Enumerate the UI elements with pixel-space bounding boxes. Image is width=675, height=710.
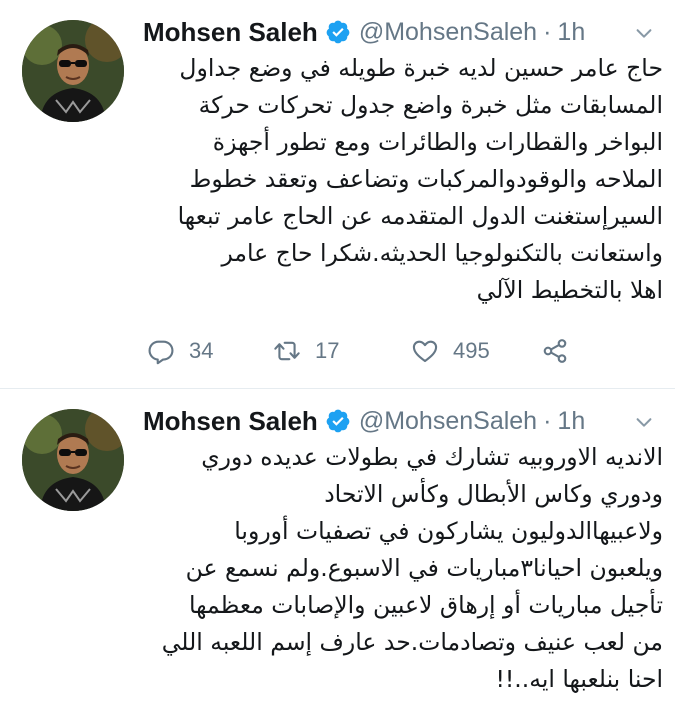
tweet[interactable]: Mohsen Saleh @MohsenSaleh · 1h الانديه ا…	[0, 389, 675, 710]
tweet-text-line: اهلا بالتخطيط الآلي	[476, 276, 663, 304]
like-count: 495	[453, 338, 490, 363]
share-button[interactable]	[541, 333, 569, 369]
tweet-text-line: واستعانت بالتكنولوجيا الحديثه.شكرا حاج ع…	[221, 239, 663, 267]
tweet-text-line: السيرإستغنت الدول المتقدمه عن الحاج عامر…	[177, 202, 663, 230]
like-button[interactable]: 495	[411, 333, 490, 369]
tweet-header: Mohsen Saleh @MohsenSaleh · 1h	[143, 403, 655, 439]
tweet-text-line: البواخر والقطارات والطائرات ومع تطور أجه…	[212, 128, 663, 156]
separator-dot: ·	[543, 17, 552, 46]
tweet-actions: 34 17 495	[143, 333, 593, 369]
heart-icon	[411, 337, 439, 365]
tweet-text-line: ودوري وكاس الأبطال وكأس الاتحاد	[324, 480, 663, 508]
verified-badge-icon	[325, 19, 351, 45]
author-name[interactable]: Mohsen Saleh	[143, 406, 318, 437]
tweet-text-line: المسابقات مثل خبرة واضع جدول تحركات حركة	[198, 91, 663, 119]
tweet-text-line: ويلعبون احيانا٣مباريات في الاسبوع.ولم نس…	[185, 554, 663, 582]
avatar-photo	[22, 20, 124, 122]
tweet-text-line: احنا بنلعبها ايه..!!	[495, 665, 663, 693]
separator-dot: ·	[543, 406, 552, 435]
tweet-text-line: تأجيل مباريات أو إرهاق لاعبين والإصابات …	[189, 591, 663, 619]
tweet[interactable]: Mohsen Saleh @MohsenSaleh · 1h حاج عامر …	[0, 0, 675, 388]
avatar-photo	[22, 409, 124, 511]
reply-count: 34	[189, 338, 214, 363]
chevron-down-icon[interactable]	[633, 22, 655, 44]
retweet-button[interactable]: 17	[273, 333, 339, 369]
tweet-text: حاج عامر حسين لديه خبرة طويله في وضع جدا…	[143, 50, 663, 309]
tweet-text-line: الانديه الاوروبيه تشارك في بطولات عديده …	[201, 443, 663, 471]
retweet-count: 17	[315, 338, 340, 363]
tweet-text-line: الملاحه والوقودوالمركبات وتضاعف وتعقد خط…	[189, 165, 663, 193]
reply-icon	[147, 337, 175, 365]
retweet-icon	[273, 337, 301, 365]
chevron-down-icon[interactable]	[633, 411, 655, 433]
avatar[interactable]	[22, 20, 124, 122]
tweet-header: Mohsen Saleh @MohsenSaleh · 1h	[143, 14, 655, 50]
timestamp[interactable]: 1h	[557, 18, 585, 47]
timestamp[interactable]: 1h	[557, 407, 585, 436]
reply-button[interactable]: 34	[147, 333, 213, 369]
tweet-text: الانديه الاوروبيه تشارك في بطولات عديده …	[143, 439, 663, 698]
author-handle[interactable]: @MohsenSaleh	[359, 407, 537, 436]
author-name[interactable]: Mohsen Saleh	[143, 17, 318, 48]
author-handle[interactable]: @MohsenSaleh	[359, 18, 537, 47]
tweet-text-line: من لعب عنيف وتصادمات.حد عارف إسم اللعبه …	[161, 628, 663, 656]
share-icon	[541, 337, 569, 365]
tweet-text-line: حاج عامر حسين لديه خبرة طويله في وضع جدا…	[179, 54, 663, 82]
verified-badge-icon	[325, 408, 351, 434]
tweet-text-line: ولاعبيهاالدوليون يشاركون في تصفيات أوروب…	[234, 517, 663, 545]
avatar[interactable]	[22, 409, 124, 511]
